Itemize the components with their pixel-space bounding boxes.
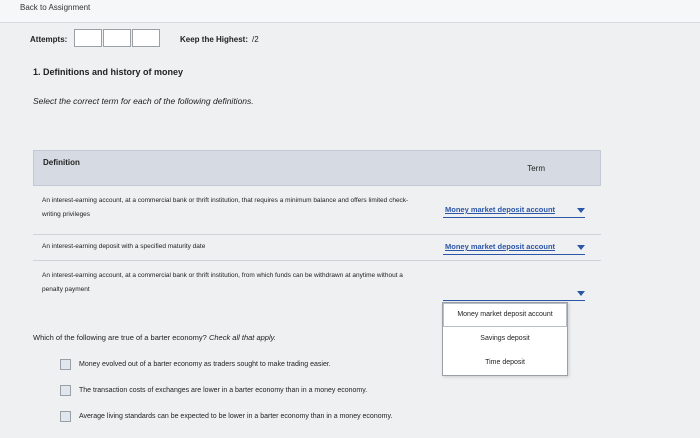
attempts-label: Attempts: <box>30 35 68 44</box>
definitions-table: Definition Term An interest-earning acco… <box>33 150 601 301</box>
term-select[interactable]: Money market deposit account <box>443 241 585 255</box>
definition-text: An interest-earning deposit with a speci… <box>42 243 206 250</box>
choice-label: Average living standards can be expected… <box>79 413 393 420</box>
term-select[interactable]: Money market deposit account <box>443 204 585 218</box>
dropdown-option-time-deposit[interactable]: Time deposit <box>443 351 567 375</box>
top-bar: Back to Assignment <box>0 0 700 23</box>
table-row: An interest-earning account, at a commer… <box>33 261 601 301</box>
dropdown-caret-icon <box>577 245 585 250</box>
question2-hint: Check all that apply. <box>208 333 276 342</box>
choice-item: Average living standards can be expected… <box>60 411 392 422</box>
question-instruction: Select the correct term for each of the … <box>33 96 254 106</box>
dropdown-caret-icon <box>577 208 585 213</box>
dropdown-option-savings-deposit[interactable]: Savings deposit <box>443 327 567 351</box>
keep-highest: Keep the Highest:/2 <box>180 35 259 44</box>
table-header: Definition Term <box>33 150 601 186</box>
choice-checkbox[interactable] <box>60 359 71 370</box>
column-header-definition: Definition <box>43 158 80 167</box>
keep-highest-label: Keep the Highest: <box>180 35 249 44</box>
dropdown-option-money-market[interactable]: Money market deposit account <box>443 303 567 327</box>
choice-item: The transaction costs of exchanges are l… <box>60 385 367 396</box>
attempt-boxes <box>74 29 161 47</box>
choice-label: Money evolved out of a barter economy as… <box>79 361 331 368</box>
term-dropdown-menu: Money market deposit account Savings dep… <box>442 302 568 376</box>
keep-highest-value: /2 <box>252 35 259 44</box>
definition-text: An interest-earning account, at a commer… <box>42 197 409 218</box>
table-row: An interest-earning deposit with a speci… <box>33 235 601 261</box>
question2-text: Which of the following are true of a bar… <box>33 333 207 342</box>
term-select-value: Money market deposit account <box>445 242 556 251</box>
term-select[interactable] <box>443 287 585 301</box>
term-select-value: Money market deposit account <box>445 205 556 214</box>
definition-text: An interest-earning account, at a commer… <box>42 272 403 293</box>
dropdown-caret-icon <box>577 291 585 296</box>
column-header-term: Term <box>527 164 545 173</box>
question-title: 1. Definitions and history of money <box>33 67 184 77</box>
choice-checkbox[interactable] <box>60 385 71 396</box>
choice-item: Money evolved out of a barter economy as… <box>60 359 331 370</box>
attempt-box <box>132 29 160 47</box>
question2-prompt: Which of the following are true of a bar… <box>33 333 276 342</box>
choice-checkbox[interactable] <box>60 411 71 422</box>
back-to-assignment-link[interactable]: Back to Assignment <box>20 3 90 12</box>
attempt-box <box>103 29 131 47</box>
attempt-box <box>74 29 102 47</box>
choice-label: The transaction costs of exchanges are l… <box>79 387 368 394</box>
table-row: An interest-earning account, at a commer… <box>33 186 601 235</box>
